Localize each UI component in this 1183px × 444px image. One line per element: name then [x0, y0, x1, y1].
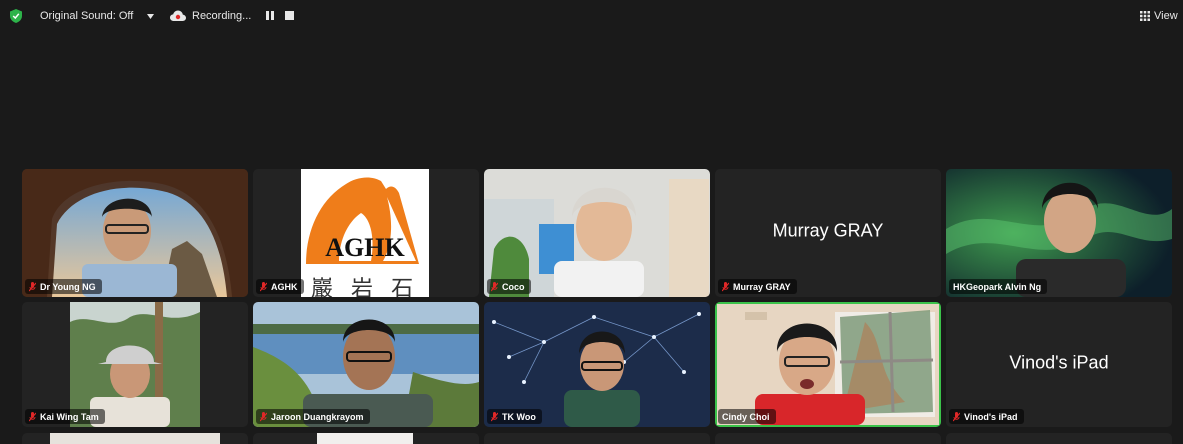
participant-tile[interactable]: Jaroon Duangkrayom	[253, 302, 479, 427]
participant-tile[interactable]: HKGeopark Alvin Ng	[946, 169, 1172, 297]
participant-tile[interactable]	[253, 433, 479, 444]
participant-name-label: Coco	[487, 279, 531, 294]
video-feed	[946, 169, 1172, 297]
participant-tile[interactable]: Vinod's iPad Vinod's iPad	[946, 302, 1172, 427]
recording-status: Recording...	[192, 10, 252, 22]
participant-name-label: Cindy Choi	[718, 409, 776, 424]
mic-muted-icon	[29, 281, 36, 291]
participant-tile[interactable]: Kai Wing Tam	[22, 302, 248, 427]
video-feed	[50, 433, 220, 444]
participant-name-label: Kai Wing Tam	[25, 409, 105, 424]
cloud-recording-icon	[170, 10, 186, 21]
participant-name-label: Jaroon Duangkrayom	[256, 409, 370, 424]
participant-name-label: AGHK	[256, 279, 304, 294]
participant-tile[interactable]	[715, 433, 941, 444]
video-feed	[484, 169, 710, 297]
participant-tile[interactable]: Coco	[484, 169, 710, 297]
participant-name-label: Murray GRAY	[718, 279, 797, 294]
grid-view-icon[interactable]	[1140, 11, 1150, 21]
mic-muted-icon	[491, 281, 498, 291]
participant-tile[interactable]: AGHK 巖 岩 石 保 AGHK	[253, 169, 479, 297]
original-sound-toggle[interactable]: Original Sound: Off	[40, 10, 133, 22]
participant-name-label: Vinod's iPad	[949, 409, 1024, 424]
participant-tile[interactable]	[484, 433, 710, 444]
video-feed	[317, 433, 413, 444]
participant-tile[interactable]: Murray GRAY Murray GRAY	[715, 169, 941, 297]
participant-tile[interactable]	[22, 433, 248, 444]
mic-muted-icon	[260, 411, 267, 421]
mic-muted-icon	[491, 411, 498, 421]
video-feed	[22, 169, 248, 297]
stop-recording-icon[interactable]	[285, 11, 294, 20]
pause-recording-icon[interactable]	[266, 11, 274, 20]
participant-tile-active-speaker[interactable]: Cindy Choi	[715, 302, 941, 427]
mic-muted-icon	[722, 281, 729, 291]
participant-display-name: Vinod's iPad	[1009, 351, 1109, 372]
logo-chinese-text: 巖 岩 石 保	[310, 276, 420, 297]
logo-text: AGHK	[325, 233, 405, 262]
meeting-top-bar: Original Sound: Off Recording... View	[0, 0, 1183, 34]
participant-tile[interactable]	[946, 433, 1172, 444]
participant-name-label: HKGeopark Alvin Ng	[949, 279, 1048, 294]
participant-name-label: Dr Young NG	[25, 279, 102, 294]
participant-name-label: TK Woo	[487, 409, 542, 424]
shield-icon[interactable]	[10, 9, 22, 23]
participant-tile[interactable]: TK Woo	[484, 302, 710, 427]
view-button[interactable]: View	[1154, 10, 1178, 22]
mic-muted-icon	[953, 411, 960, 421]
mic-muted-icon	[260, 281, 267, 291]
mic-muted-icon	[29, 411, 36, 421]
participant-display-name: Murray GRAY	[772, 220, 884, 241]
participant-tile[interactable]: Dr Young NG	[22, 169, 248, 297]
caret-down-icon[interactable]	[147, 14, 154, 19]
profile-logo: AGHK 巖 岩 石 保	[301, 169, 429, 297]
